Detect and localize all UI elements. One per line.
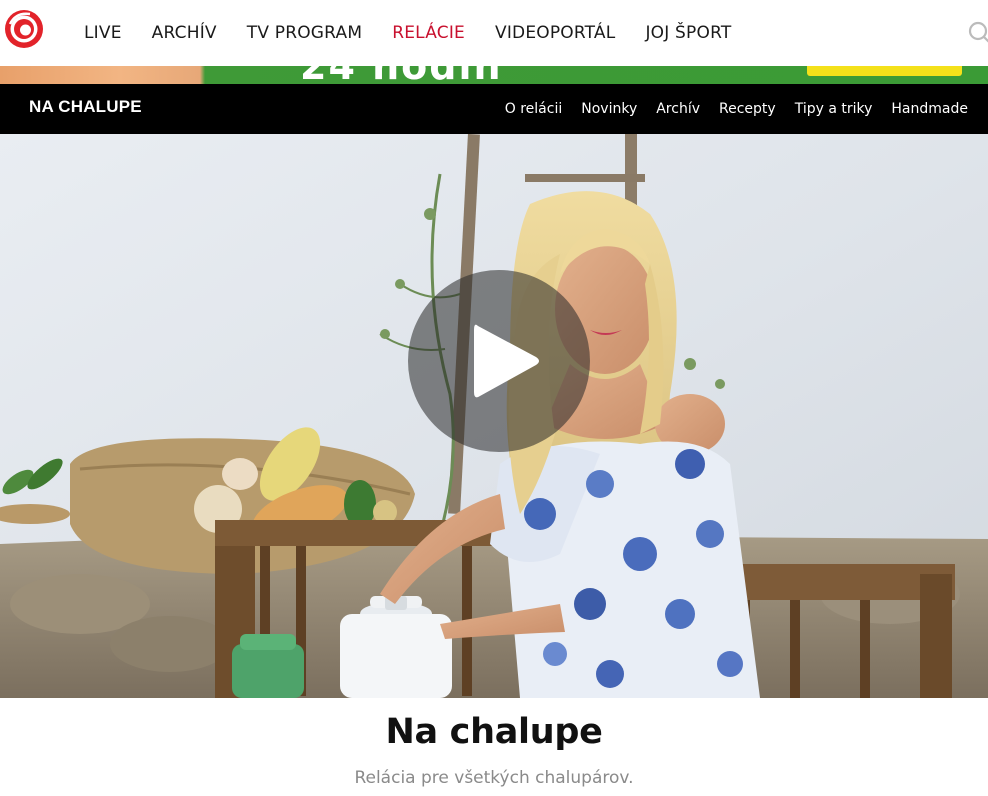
joj-logo-icon[interactable] [4, 9, 44, 49]
show-menu-handmade[interactable]: Handmade [891, 101, 968, 117]
hero-video[interactable] [0, 134, 988, 698]
top-navigation: LIVE ARCHÍV TV PROGRAM RELÁCIE VIDEOPORT… [0, 0, 988, 66]
show-menu-recepty[interactable]: Recepty [719, 101, 776, 117]
play-icon [474, 324, 539, 398]
show-name[interactable]: NA CHALUPE [29, 84, 142, 134]
nav-item-relacie[interactable]: RELÁCIE [392, 23, 465, 43]
nav-item-archiv[interactable]: ARCHÍV [152, 23, 217, 43]
page-subtitle: Relácia pre všetkých chalupárov. [354, 768, 634, 788]
show-menu-novinky[interactable]: Novinky [581, 101, 637, 117]
search-icon[interactable] [966, 19, 988, 45]
ad-banner[interactable]: 24 hodín [0, 66, 988, 84]
show-menu-archiv[interactable]: Archív [656, 101, 700, 117]
show-menu-tipy-a-triky[interactable]: Tipy a triky [795, 101, 873, 117]
nav-item-live[interactable]: LIVE [84, 23, 122, 43]
nav-item-tv-program[interactable]: TV PROGRAM [247, 23, 362, 43]
ad-button[interactable] [807, 66, 962, 76]
ad-text: 24 hodín [300, 66, 503, 84]
nav-item-joj-sport[interactable]: JOJ ŠPORT [645, 23, 731, 43]
show-menu: O relácii Novinky Archív Recepty Tipy a … [486, 84, 968, 134]
show-menu-o-relacii[interactable]: O relácii [505, 101, 562, 117]
page-title: Na chalupe [385, 712, 603, 752]
main-nav: LIVE ARCHÍV TV PROGRAM RELÁCIE VIDEOPORT… [84, 0, 761, 66]
show-bar: NA CHALUPE O relácii Novinky Archív Rece… [0, 84, 988, 134]
nav-item-videoportal[interactable]: VIDEOPORTÁL [495, 23, 615, 43]
play-button[interactable] [408, 270, 590, 452]
